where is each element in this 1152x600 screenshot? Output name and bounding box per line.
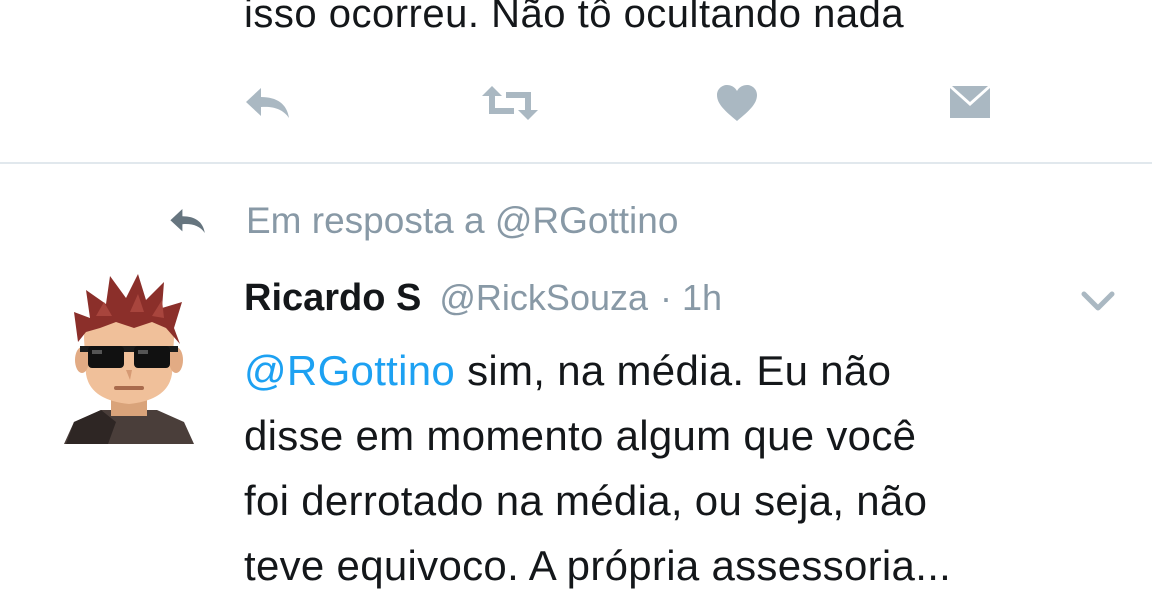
tweet-divider <box>0 162 1152 164</box>
author-handle[interactable]: @RickSouza <box>439 270 648 326</box>
retweet-icon <box>482 86 538 120</box>
tweet-timestamp[interactable]: 1h <box>682 270 722 326</box>
like-button[interactable] <box>712 80 762 126</box>
reply-context[interactable]: Em resposta a @RGottino <box>168 196 678 246</box>
header-separator: · <box>660 277 673 318</box>
envelope-icon <box>950 86 990 118</box>
tweet-body-line-2: disse em momento algum que você <box>244 412 917 459</box>
tweet-body-line-3: foi derrotado na média, ou seja, não <box>244 477 928 524</box>
reply-icon <box>246 88 289 118</box>
avatar[interactable] <box>56 272 202 444</box>
tweet-menu-button[interactable] <box>1078 284 1118 316</box>
chevron-down-icon <box>1081 291 1115 311</box>
reply-context-text: Em resposta a @RGottino <box>246 200 679 241</box>
mention-link[interactable]: @RGottino <box>244 347 455 394</box>
reply-icon <box>170 209 205 233</box>
tweet-header: Ricardo S @RickSouza · 1h <box>244 270 722 326</box>
direct-message-button[interactable] <box>944 80 996 126</box>
tweet-body-line-1: @RGottino sim, na média. Eu não <box>244 338 1124 403</box>
tweet-body-text: sim, na média. Eu não <box>455 347 892 394</box>
retweet-button[interactable] <box>478 80 542 126</box>
tweet-body: @RGottino sim, na média. Eu não disse em… <box>244 338 1124 598</box>
author-name[interactable]: Ricardo S <box>244 270 421 326</box>
tweet-body-line-4: teve equivoco. A própria assessoria... <box>244 542 952 589</box>
heart-icon <box>717 85 757 121</box>
previous-tweet-text: isso ocorreu. Não tô ocultando nada <box>244 0 905 36</box>
reply-button[interactable] <box>240 80 296 126</box>
